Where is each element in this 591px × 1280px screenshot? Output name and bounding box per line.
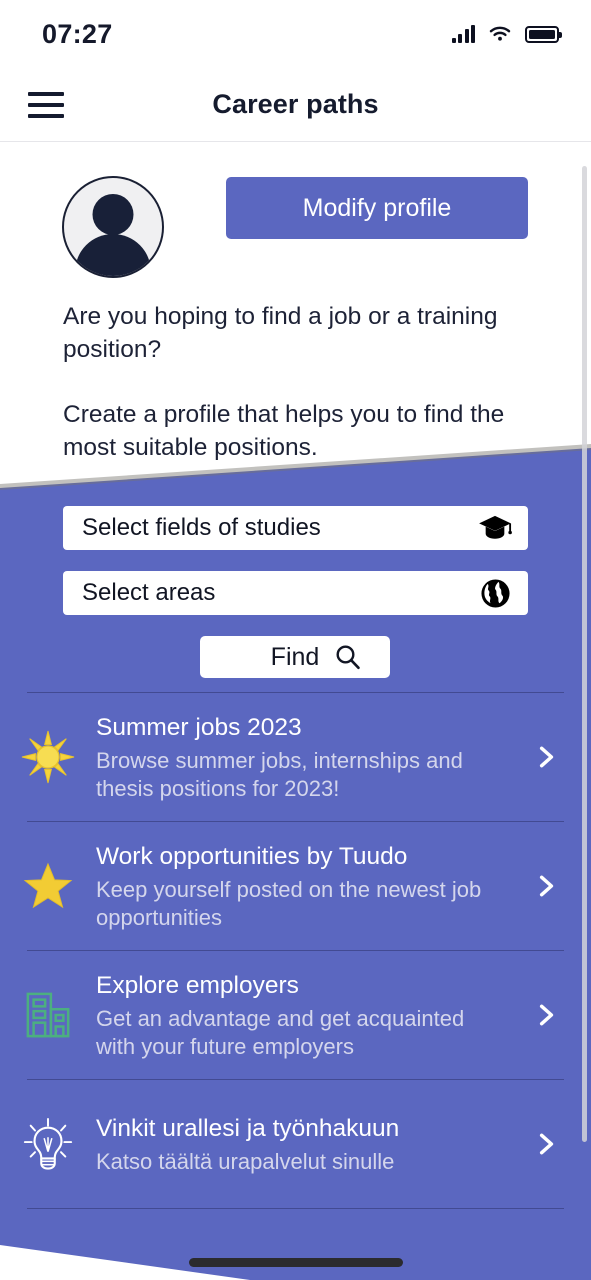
globe-icon (476, 574, 514, 612)
signal-icon (451, 25, 475, 43)
list-item[interactable]: Summer jobs 2023 Browse summer jobs, int… (0, 693, 591, 821)
vertical-scrollbar[interactable] (582, 166, 587, 1142)
list-item-title: Vinkit urallesi ja työnhakuun (96, 1114, 400, 1142)
status-icon-group (451, 25, 562, 43)
list-item[interactable]: Vinkit urallesi ja työnhakuun Katso tääl… (0, 1080, 591, 1208)
building-icon (0, 990, 96, 1040)
profile-row: Modify profile (0, 162, 591, 278)
select-areas-label: Select areas (82, 579, 216, 606)
battery-icon (525, 25, 562, 43)
app-screen: 07:27 Career paths Modify profile Are yo… (0, 0, 591, 1280)
page-title: Career paths (212, 89, 379, 119)
list-item[interactable]: Explore employers Get an advantage and g… (0, 951, 591, 1079)
navigation-bar: Career paths (0, 68, 591, 142)
chevron-right-icon[interactable] (521, 1131, 571, 1157)
career-panel: Select fields of studies Select areas Fi… (0, 442, 591, 1280)
find-button-label: Find (270, 642, 320, 671)
list-item-subtitle: Browse summer jobs, internships and thes… (96, 747, 463, 801)
list-item-subtitle: Katso täältä urapalvelut sinulle (96, 1148, 395, 1174)
career-links-list: Summer jobs 2023 Browse summer jobs, int… (0, 692, 591, 1209)
home-indicator (188, 1258, 403, 1267)
list-divider (27, 1208, 564, 1209)
status-time: 07:27 (42, 18, 113, 49)
status-bar: 07:27 (0, 0, 591, 68)
list-item[interactable]: Work opportunities by Tuudo Keep yoursel… (0, 822, 591, 950)
list-item-text: Work opportunities by Tuudo Keep yoursel… (96, 841, 521, 932)
chevron-right-icon[interactable] (521, 1002, 571, 1028)
list-item-text: Explore employers Get an advantage and g… (96, 970, 521, 1061)
lightbulb-icon (0, 1117, 96, 1171)
chevron-right-icon[interactable] (521, 744, 571, 770)
list-item-subtitle: Get an advantage and get acquainted with… (96, 1005, 465, 1059)
find-button[interactable]: Find (200, 636, 390, 678)
search-icon (336, 645, 361, 670)
list-item-title: Summer jobs 2023 (96, 713, 302, 741)
list-item-text: Vinkit urallesi ja työnhakuun Katso tääl… (96, 1113, 521, 1176)
sun-icon (0, 730, 96, 784)
user-avatar-icon (62, 176, 164, 278)
list-item-title: Work opportunities by Tuudo (96, 842, 408, 870)
list-item-subtitle: Keep yourself posted on the newest job o… (96, 876, 482, 930)
chevron-right-icon[interactable] (521, 873, 571, 899)
wifi-icon (489, 26, 511, 41)
star-icon (0, 862, 96, 910)
modify-profile-button[interactable]: Modify profile (226, 177, 528, 239)
list-item-title: Explore employers (96, 971, 299, 999)
intro-question: Are you hoping to find a job or a traini… (63, 303, 498, 363)
list-item-text: Summer jobs 2023 Browse summer jobs, int… (96, 712, 521, 803)
select-areas[interactable]: Select areas (63, 571, 528, 615)
graduation-cap-icon (476, 509, 514, 547)
hamburger-menu-icon[interactable] (28, 91, 64, 118)
select-fields-of-studies[interactable]: Select fields of studies (63, 506, 528, 550)
select-fields-label: Select fields of studies (82, 514, 321, 541)
profile-intro-text: Are you hoping to find a job or a traini… (63, 300, 533, 464)
